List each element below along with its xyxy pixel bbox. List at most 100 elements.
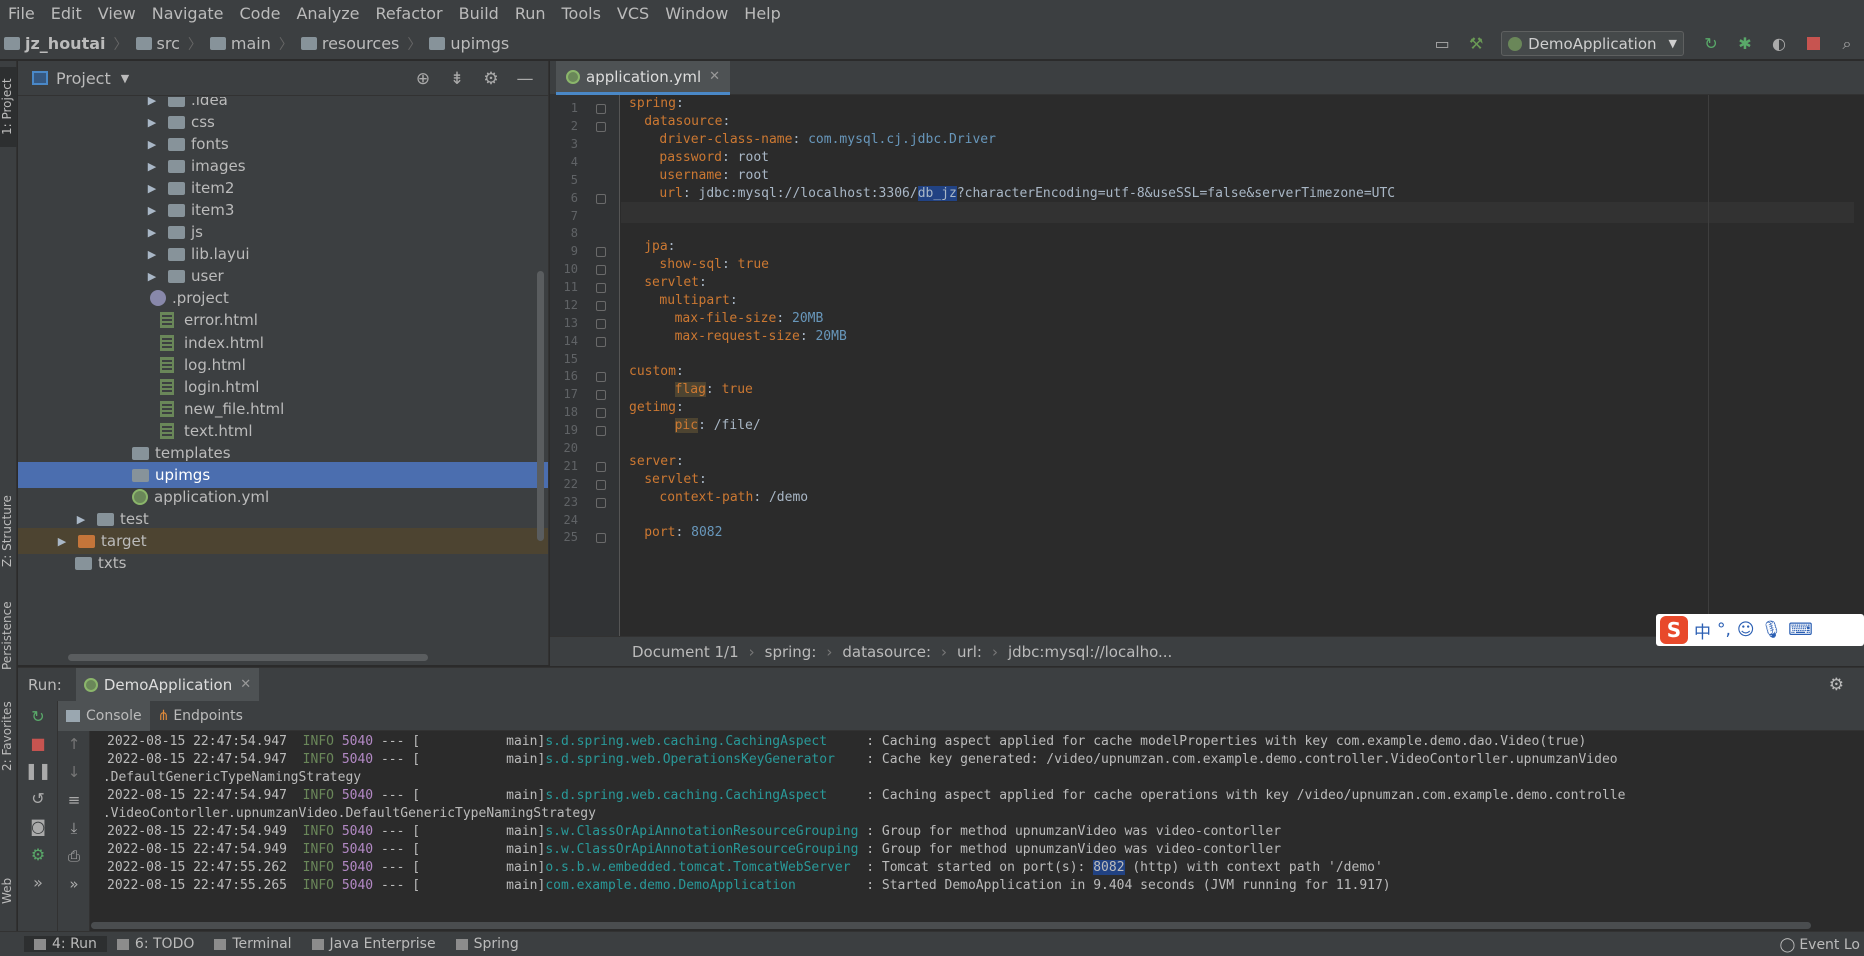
- debug-icon[interactable]: ✱: [1734, 33, 1756, 55]
- fold-marker-icon[interactable]: [596, 462, 606, 472]
- down-arrow-icon[interactable]: ↓: [58, 763, 90, 781]
- tree-vertical-scrollbar[interactable]: [537, 271, 544, 541]
- expand-arrow-icon[interactable]: ▶: [146, 182, 158, 195]
- editor-breadcrumb-item[interactable]: url:: [957, 643, 982, 661]
- bottom-tab[interactable]: Spring: [446, 936, 529, 952]
- tree-horizontal-scrollbar[interactable]: [68, 654, 428, 661]
- code-editor[interactable]: spring: datasource: driver-class-name: com…: [621, 95, 1864, 636]
- locate-icon[interactable]: ⊕: [412, 69, 434, 89]
- ime-punct[interactable]: °,: [1717, 620, 1731, 640]
- expand-arrow-icon[interactable]: ▶: [146, 270, 158, 283]
- fold-marker-icon[interactable]: [596, 122, 606, 132]
- expand-arrow-icon[interactable]: ▶: [146, 160, 158, 173]
- expand-icon[interactable]: »: [58, 875, 90, 893]
- fold-marker-icon[interactable]: [596, 337, 606, 347]
- bottom-tab[interactable]: Java Enterprise: [302, 936, 446, 952]
- console-scrollbar[interactable]: [91, 922, 1811, 929]
- microphone-icon[interactable]: 🎙: [1761, 620, 1783, 640]
- ime-toolbar[interactable]: S 中 °, ☺ 🎙 ⌨: [1656, 614, 1864, 646]
- event-log-button[interactable]: ◯ Event Lo: [1780, 932, 1864, 956]
- run-tab-demoapplication[interactable]: DemoApplication ✕: [75, 667, 260, 702]
- expand-arrow-icon[interactable]: ▶: [146, 116, 158, 129]
- build-hammer-icon[interactable]: ⚒: [1465, 33, 1487, 55]
- emoji-icon[interactable]: ☺: [1737, 620, 1755, 640]
- menu-item-refactor[interactable]: Refactor: [368, 0, 451, 27]
- fold-marker-icon[interactable]: [596, 194, 606, 204]
- menu-item-build[interactable]: Build: [451, 0, 507, 27]
- breadcrumb-item[interactable]: main 〉: [209, 34, 301, 54]
- tree-item[interactable]: txts: [18, 550, 548, 576]
- fold-marker-icon[interactable]: [596, 372, 606, 382]
- expand-arrow-icon[interactable]: ▶: [146, 248, 158, 261]
- stop-icon[interactable]: ■: [18, 734, 58, 753]
- menu-item-vcs[interactable]: VCS: [609, 0, 657, 27]
- close-icon[interactable]: ✕: [240, 677, 251, 692]
- project-tool-tab[interactable]: 1: Project: [0, 67, 17, 147]
- tab-application-yml[interactable]: application.yml ✕: [556, 61, 731, 95]
- collapse-all-icon[interactable]: ⇟: [446, 69, 468, 89]
- expand-icon[interactable]: »: [18, 873, 58, 892]
- expand-arrow-icon[interactable]: ▶: [75, 513, 87, 526]
- favorites-tool-tab[interactable]: 2: Favorites: [0, 691, 17, 781]
- expand-arrow-icon[interactable]: ▶: [146, 204, 158, 217]
- bottom-tab[interactable]: Terminal: [204, 936, 301, 952]
- menu-item-edit[interactable]: Edit: [43, 0, 90, 27]
- editor-breadcrumb-item[interactable]: datasource:: [842, 643, 931, 661]
- expand-arrow-icon[interactable]: ▶: [146, 97, 158, 107]
- menu-item-run[interactable]: Run: [507, 0, 554, 27]
- rerun-icon[interactable]: ↻: [18, 707, 58, 726]
- menu-item-window[interactable]: Window: [657, 0, 736, 27]
- keyboard-icon[interactable]: ⌨: [1788, 620, 1813, 640]
- editor-breadcrumb-item[interactable]: jdbc:mysql://localho...: [1008, 643, 1172, 661]
- settings-icon[interactable]: ⚙: [18, 845, 58, 864]
- restore-icon[interactable]: ↺: [18, 789, 58, 808]
- bottom-tab[interactable]: 6: TODO: [107, 936, 204, 952]
- fold-marker-icon[interactable]: [596, 480, 606, 490]
- menu-item-file[interactable]: File: [0, 0, 43, 27]
- search-icon[interactable]: ⌕: [1836, 33, 1858, 55]
- fold-marker-icon[interactable]: [596, 408, 606, 418]
- project-panel-title[interactable]: Project: [56, 69, 111, 88]
- up-arrow-icon[interactable]: ↑: [58, 735, 90, 753]
- fold-marker-icon[interactable]: [596, 498, 606, 508]
- gear-icon[interactable]: ⚙: [1829, 675, 1844, 695]
- expand-arrow-icon[interactable]: ▶: [146, 138, 158, 151]
- persistence-tool-tab[interactable]: Persistence: [0, 586, 17, 686]
- menu-item-analyze[interactable]: Analyze: [288, 0, 367, 27]
- breadcrumb-item[interactable]: resources 〉: [300, 34, 430, 54]
- fold-marker-icon[interactable]: [596, 533, 606, 543]
- editor-breadcrumb-item[interactable]: spring:: [765, 643, 817, 661]
- fold-marker-icon[interactable]: [596, 104, 606, 114]
- editor-scrollbar[interactable]: [1854, 95, 1864, 636]
- tab-console[interactable]: Console: [58, 700, 150, 731]
- editor-breadcrumb-item[interactable]: Document 1/1: [632, 643, 739, 661]
- camera-icon[interactable]: ◙: [18, 817, 58, 836]
- print-icon[interactable]: ⎙: [58, 847, 90, 865]
- ime-lang[interactable]: 中: [1694, 618, 1711, 643]
- breadcrumb-item[interactable]: upimgs: [429, 34, 509, 53]
- fold-marker-icon[interactable]: [596, 390, 606, 400]
- tab-endpoints[interactable]: ⋔ Endpoints: [150, 701, 251, 731]
- gear-icon[interactable]: ⚙: [480, 69, 502, 89]
- web-tool-tab[interactable]: Web: [0, 861, 17, 921]
- hide-icon[interactable]: —: [514, 69, 536, 89]
- menu-item-view[interactable]: View: [90, 0, 144, 27]
- menu-item-code[interactable]: Code: [232, 0, 289, 27]
- breadcrumb-item[interactable]: src 〉: [135, 34, 210, 54]
- close-icon[interactable]: ✕: [709, 69, 720, 84]
- run-config-select[interactable]: DemoApplication ▼: [1501, 31, 1684, 56]
- fold-marker-icon[interactable]: [596, 319, 606, 329]
- soft-wrap-icon[interactable]: ≡: [58, 791, 90, 809]
- fold-marker-icon[interactable]: [596, 301, 606, 311]
- structure-tool-tab[interactable]: Z: Structure: [0, 481, 17, 581]
- rerun-icon[interactable]: ↻: [1700, 33, 1722, 55]
- breadcrumb-item[interactable]: jz_houtai 〉: [4, 34, 136, 54]
- chevron-down-icon[interactable]: ▼: [121, 72, 129, 85]
- pause-icon[interactable]: ❚❚: [18, 761, 58, 780]
- scroll-to-end-icon[interactable]: ⤓: [58, 819, 90, 837]
- fold-marker-icon[interactable]: [596, 247, 606, 257]
- layout-icon[interactable]: ▭: [1431, 33, 1453, 55]
- menu-item-help[interactable]: Help: [736, 0, 788, 27]
- fold-marker-icon[interactable]: [596, 265, 606, 275]
- console-output[interactable]: 2022-08-15 22:47:54.947 INFO 5040 --- [ …: [91, 731, 1864, 931]
